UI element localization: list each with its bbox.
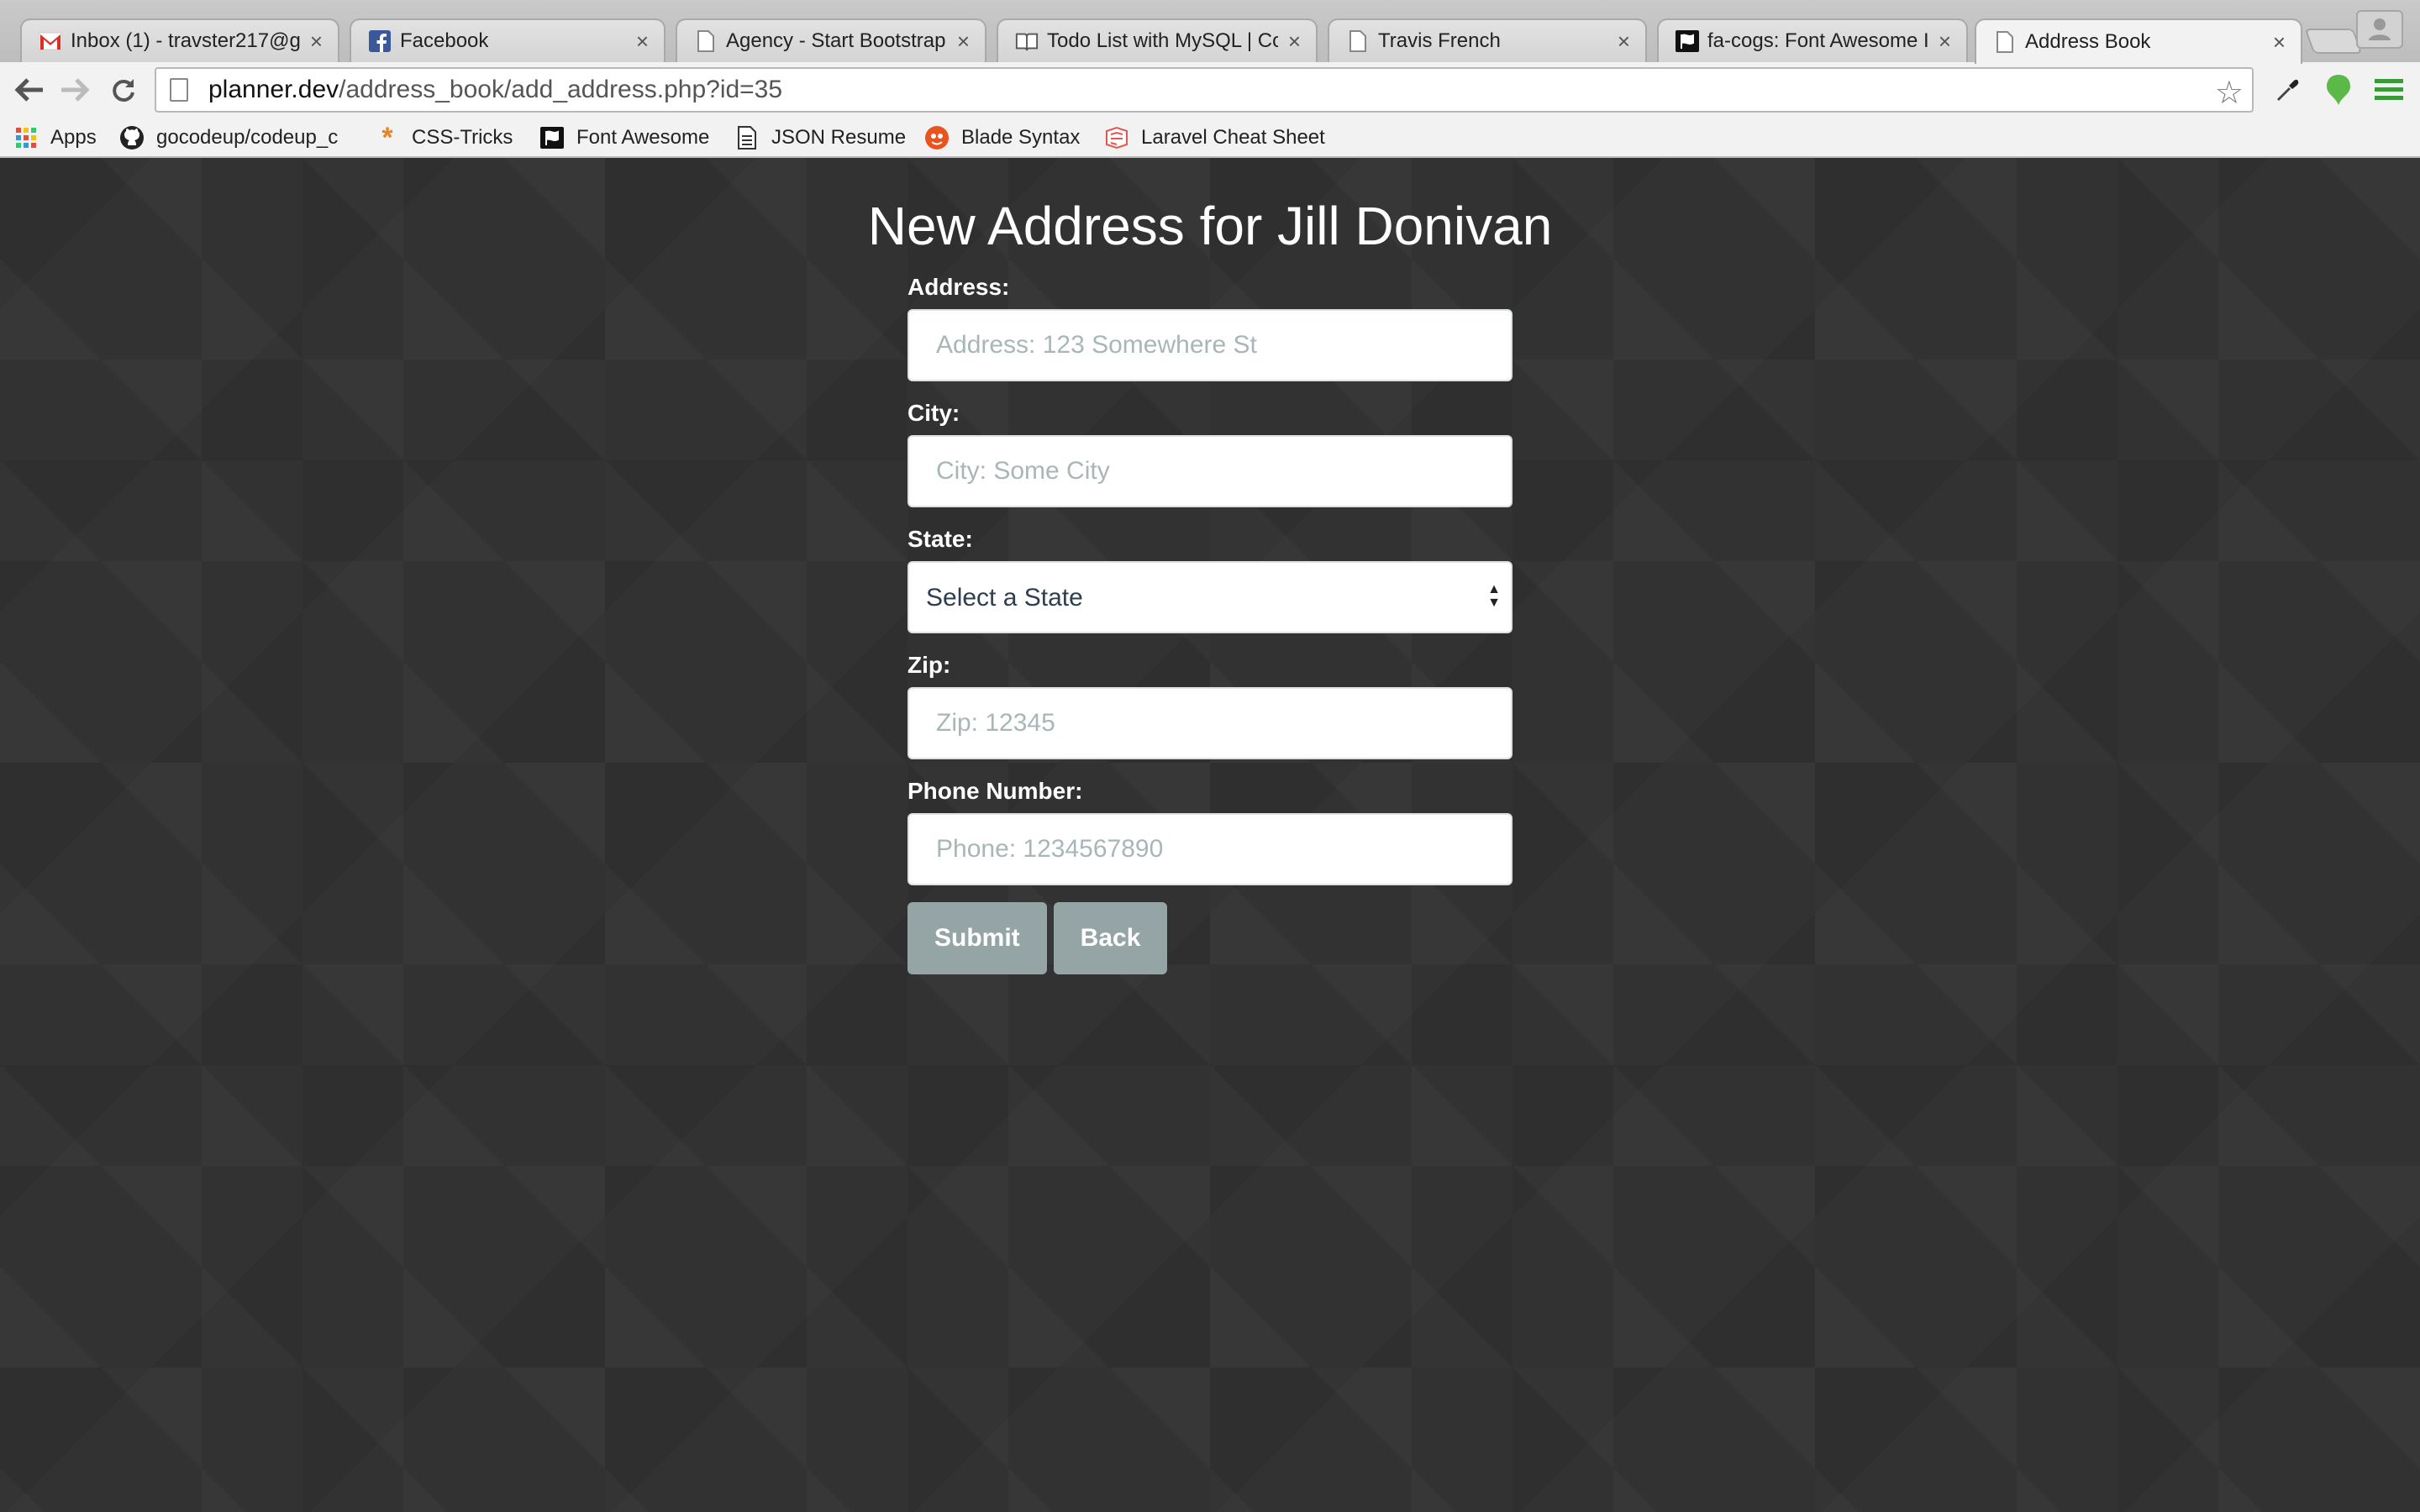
page-icon xyxy=(170,78,188,102)
bookmark-label: Font Awesome xyxy=(576,126,710,149)
page-icon xyxy=(1346,29,1370,53)
tab-font-awesome[interactable]: fa-cogs: Font Awesome Icons × xyxy=(1657,18,1968,62)
tab-agency[interactable]: Agency - Start Bootstrap Theme × xyxy=(676,18,986,62)
close-icon[interactable]: × xyxy=(1288,30,1301,52)
address-input[interactable] xyxy=(908,309,1512,381)
evernote-icon[interactable] xyxy=(2319,71,2358,109)
close-icon[interactable]: × xyxy=(636,30,649,52)
bookmark-label: gocodeup/codeup_c xyxy=(156,126,339,149)
laravel-icon xyxy=(1104,125,1129,150)
tab-strip: Inbox (1) - travster217@gmail.com × Face… xyxy=(0,0,2420,64)
form-buttons: Submit Back xyxy=(908,902,1512,974)
zip-label: Zip: xyxy=(908,652,951,678)
book-icon xyxy=(1015,29,1039,53)
browser-toolbar: planner.dev/address_book/add_address.php… xyxy=(0,62,2420,118)
address-bar[interactable]: planner.dev/address_book/add_address.php… xyxy=(155,67,2254,113)
bookmark-json-resume[interactable]: JSON Resume xyxy=(734,123,906,153)
tab-title: fa-cogs: Font Awesome Icons xyxy=(1707,29,1928,52)
tab-facebook[interactable]: Facebook × xyxy=(350,18,666,62)
flag-icon xyxy=(1676,29,1699,53)
facebook-icon xyxy=(368,29,392,53)
forward-arrow-icon[interactable] xyxy=(54,69,96,111)
new-tab-button[interactable] xyxy=(2304,29,2363,54)
bookmark-star-icon[interactable]: ☆ xyxy=(2215,74,2244,112)
tab-title: Inbox (1) - travster217@gmail.com xyxy=(71,29,300,52)
profile-icon[interactable] xyxy=(2356,10,2403,49)
tab-gmail[interactable]: Inbox (1) - travster217@gmail.com × xyxy=(20,18,339,62)
menu-icon[interactable] xyxy=(2370,71,2408,109)
city-input[interactable] xyxy=(908,435,1512,507)
city-label: City: xyxy=(908,400,960,426)
close-icon[interactable]: × xyxy=(1939,30,1951,52)
tab-travis-french[interactable]: Travis French × xyxy=(1328,18,1647,62)
close-icon[interactable]: × xyxy=(2273,31,2286,53)
bookmarks-bar: Apps gocodeup/codeup_c * CSS-Tricks Font… xyxy=(0,118,2420,158)
tab-todo-list[interactable]: Todo List with MySQL | Codeup × xyxy=(997,18,1318,62)
bookmark-label: Apps xyxy=(50,126,97,149)
blade-icon xyxy=(924,125,950,150)
bookmark-laravel-cheat-sheet[interactable]: Laravel Cheat Sheet xyxy=(1104,123,1325,153)
state-label: State: xyxy=(908,526,973,552)
page-icon xyxy=(694,29,718,53)
close-icon[interactable]: × xyxy=(957,30,970,52)
state-select[interactable]: Select a State xyxy=(908,561,1512,633)
back-arrow-icon[interactable] xyxy=(8,69,50,111)
bookmark-label: Laravel Cheat Sheet xyxy=(1141,126,1325,149)
address-form: Address: City: State: Select a State ▲▼ … xyxy=(908,272,1512,974)
url-host: planner.dev xyxy=(208,76,339,103)
state-select-wrapper: Select a State ▲ ▼ xyxy=(908,561,1512,633)
tab-title: Facebook xyxy=(400,29,489,52)
browser-chrome: Inbox (1) - travster217@gmail.com × Face… xyxy=(0,0,2420,158)
bookmark-label: JSON Resume xyxy=(771,126,907,149)
submit-button[interactable]: Submit xyxy=(908,902,1047,974)
url-path: /address_book/add_address.php?id=35 xyxy=(339,76,783,103)
document-icon xyxy=(734,125,760,150)
bookmark-gocodeup[interactable]: gocodeup/codeup_c xyxy=(119,123,338,153)
bookmark-blade-syntax[interactable]: Blade Syntax xyxy=(924,123,1080,153)
css-tricks-icon: * xyxy=(381,121,393,154)
bookmark-label: CSS-Tricks xyxy=(412,126,513,149)
bookmark-label: Blade Syntax xyxy=(961,126,1081,149)
reload-icon[interactable] xyxy=(103,69,145,111)
github-icon xyxy=(119,125,145,150)
tab-title: Todo List with MySQL | Codeup xyxy=(1047,29,1278,52)
phone-label: Phone Number: xyxy=(908,778,1083,804)
page-icon xyxy=(1993,30,2017,54)
eyedropper-icon[interactable] xyxy=(2269,71,2307,109)
phone-input[interactable] xyxy=(908,813,1512,885)
close-icon[interactable]: × xyxy=(310,30,323,52)
zip-input[interactable] xyxy=(908,687,1512,759)
bookmark-apps[interactable]: Apps xyxy=(13,123,97,153)
flag-icon xyxy=(539,125,565,150)
tab-title: Agency - Start Bootstrap Theme xyxy=(726,29,947,52)
page-title: New Address for Jill Donivan xyxy=(867,196,1553,256)
bookmark-css-tricks[interactable]: * CSS-Tricks xyxy=(375,121,513,154)
apps-grid-icon xyxy=(13,125,39,150)
tab-title: Travis French xyxy=(1378,29,1501,52)
tab-address-book[interactable]: Address Book × xyxy=(1975,18,2302,64)
page-content: New Address for Jill Donivan Address: Ci… xyxy=(0,158,2420,1512)
close-icon[interactable]: × xyxy=(1618,30,1630,52)
back-button[interactable]: Back xyxy=(1053,902,1168,974)
gmail-icon xyxy=(39,29,62,53)
bookmark-font-awesome[interactable]: Font Awesome xyxy=(539,123,709,153)
tab-title: Address Book xyxy=(2025,30,2151,53)
address-label: Address: xyxy=(908,274,1010,300)
